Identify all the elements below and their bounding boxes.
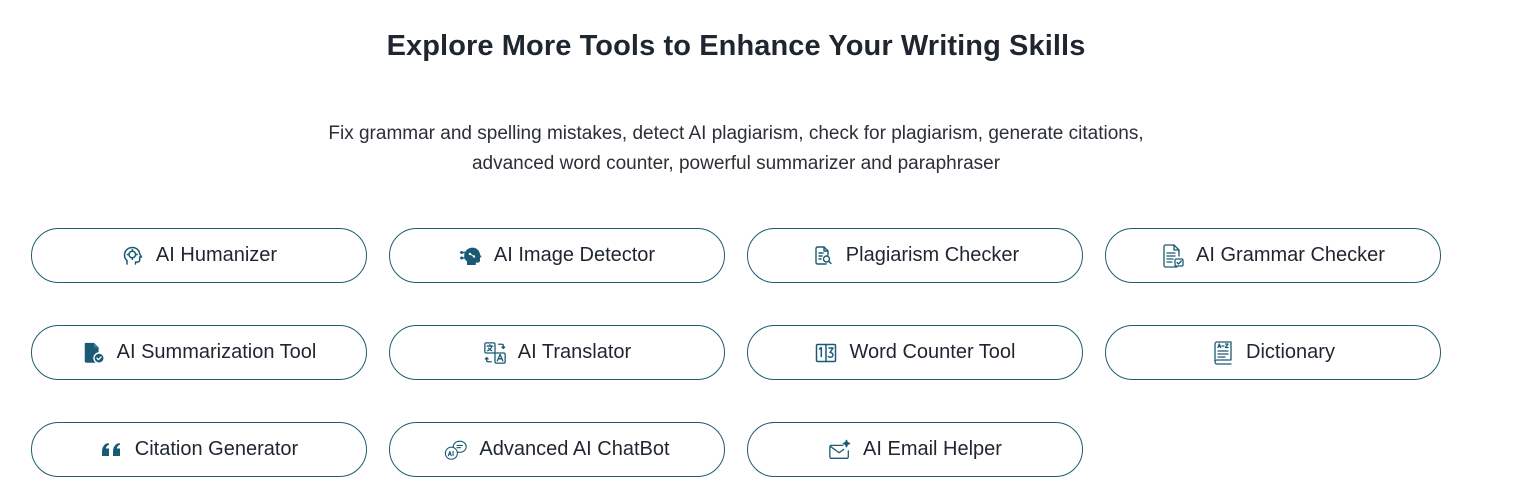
tool-button-dictionary[interactable]: Dictionary bbox=[1105, 325, 1441, 380]
document-search-icon bbox=[811, 243, 835, 269]
tool-label: Plagiarism Checker bbox=[845, 244, 1020, 266]
tool-label: Citation Generator bbox=[134, 438, 299, 460]
tool-button-ai-image-detector[interactable]: AI Image Detector bbox=[389, 228, 725, 283]
tool-button-word-counter-tool[interactable]: Word Counter Tool bbox=[747, 325, 1083, 380]
tool-label: AI Humanizer bbox=[155, 244, 278, 266]
tool-label: AI Email Helper bbox=[863, 438, 1002, 460]
ai-head-circuit-icon bbox=[459, 243, 483, 269]
document-badge-icon bbox=[82, 340, 106, 366]
tool-label: Dictionary bbox=[1246, 341, 1335, 363]
tool-button-ai-email-helper[interactable]: AI Email Helper bbox=[747, 422, 1083, 477]
tool-button-plagiarism-checker[interactable]: Plagiarism Checker bbox=[747, 228, 1083, 283]
section-subtitle: Fix grammar and spelling mistakes, detec… bbox=[250, 119, 1222, 179]
document-check-icon bbox=[1161, 243, 1185, 269]
email-sparkle-icon bbox=[828, 437, 852, 463]
ai-chat-bubble-icon bbox=[444, 437, 468, 463]
humanizer-head-icon bbox=[121, 243, 145, 269]
tool-label: AI Grammar Checker bbox=[1196, 244, 1385, 266]
dictionary-book-icon bbox=[1211, 340, 1235, 366]
subtitle-line-2: advanced word counter, powerful summariz… bbox=[471, 153, 1001, 174]
tool-button-advanced-ai-chatbot[interactable]: Advanced AI ChatBot bbox=[389, 422, 725, 477]
tool-button-ai-summarization-tool[interactable]: AI Summarization Tool bbox=[31, 325, 367, 380]
tool-label: Advanced AI ChatBot bbox=[479, 438, 670, 460]
translate-icon bbox=[483, 340, 507, 366]
tool-label: AI Summarization Tool bbox=[116, 341, 317, 363]
tool-button-ai-humanizer[interactable]: AI Humanizer bbox=[31, 228, 367, 283]
subtitle-line-1: Fix grammar and spelling mistakes, detec… bbox=[328, 123, 1144, 144]
tool-button-ai-translator[interactable]: AI Translator bbox=[389, 325, 725, 380]
section-title: Explore More Tools to Enhance Your Writi… bbox=[386, 30, 1086, 62]
tool-label: Word Counter Tool bbox=[849, 341, 1016, 363]
tool-label: AI Image Detector bbox=[493, 244, 656, 266]
counter-book-icon bbox=[814, 340, 838, 366]
tool-label: AI Translator bbox=[517, 341, 632, 363]
tool-button-citation-generator[interactable]: Citation Generator bbox=[31, 422, 367, 477]
quote-icon bbox=[100, 437, 124, 463]
tool-button-ai-grammar-checker[interactable]: AI Grammar Checker bbox=[1105, 228, 1441, 283]
